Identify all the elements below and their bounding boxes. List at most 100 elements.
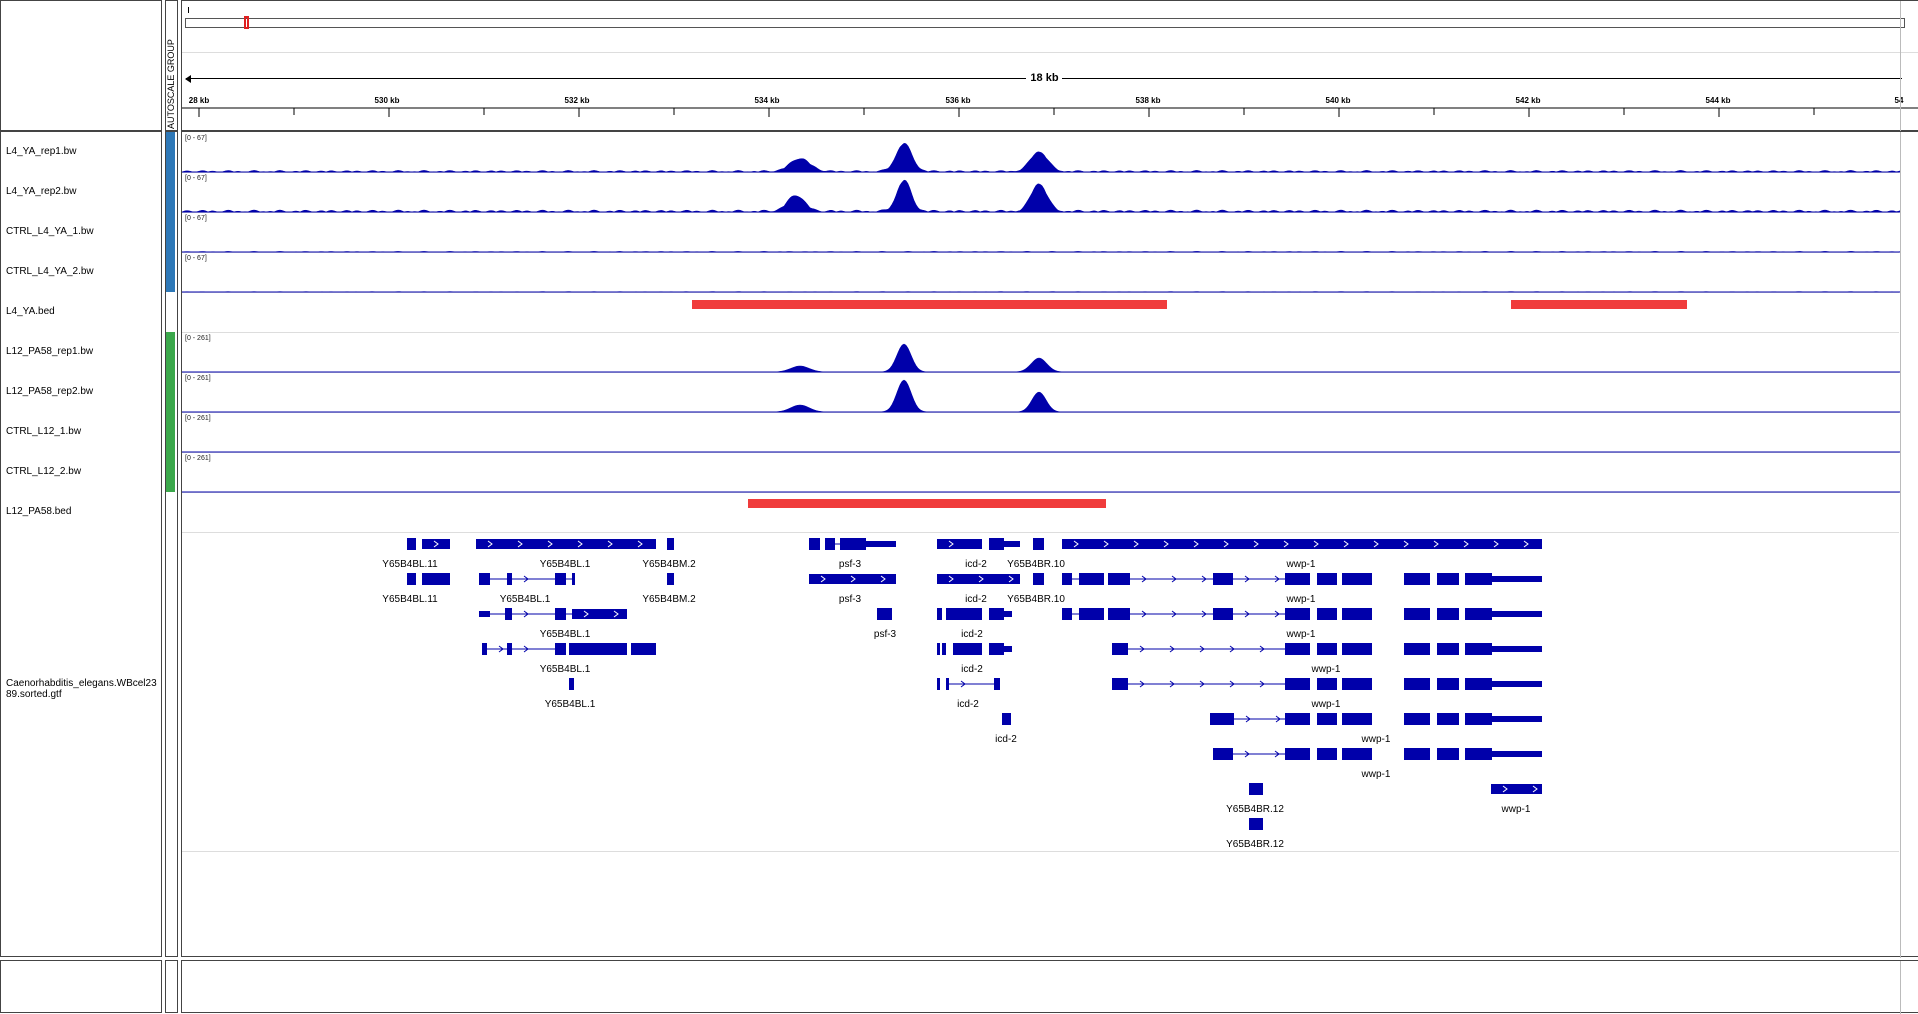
gene-icd-2[interactable]	[1002, 713, 1011, 725]
chromosome-ideogram[interactable]	[185, 18, 1905, 28]
gene-label[interactable]: wwp-1	[1362, 769, 1391, 780]
span-label: 18 kb	[1027, 72, 1062, 84]
gene-Y65B4BL.11[interactable]	[407, 538, 450, 550]
gene-label[interactable]: wwp-1	[1362, 734, 1391, 745]
tick-label-5: 538 kb	[1136, 96, 1161, 105]
track-name-7[interactable]: CTRL_L12_1.bw	[6, 426, 81, 437]
gene-label[interactable]: Y65B4BR.12	[1226, 839, 1284, 850]
gene-icd-2[interactable]	[937, 678, 1000, 690]
gene-label[interactable]: Y65B4BM.2	[642, 559, 695, 570]
gene-label[interactable]: icd-2	[961, 664, 983, 675]
ruler-panel[interactable]: 18 kb 28 kb 530 kb 532 kb 534 kb 536 kb …	[181, 0, 1918, 131]
gene-label[interactable]: psf-3	[839, 559, 861, 570]
gene-Y65B4BM.2[interactable]	[667, 573, 674, 585]
gene-label[interactable]: wwp-1	[1287, 629, 1316, 640]
annotation-name-line1: Caenorhabditis_elegans.WBcel23	[6, 678, 157, 689]
attr-color-3[interactable]	[166, 252, 175, 292]
gene-psf-3[interactable]	[877, 608, 892, 620]
data-right-edge	[1900, 132, 1901, 958]
gene-label[interactable]: wwp-1	[1287, 559, 1316, 570]
gene-Y65B4BL.1[interactable]	[479, 573, 575, 585]
gene-label[interactable]: wwp-1	[1312, 699, 1341, 710]
gene-label[interactable]: Y65B4BR.12	[1226, 804, 1284, 815]
track-name-2[interactable]: CTRL_L4_YA_1.bw	[6, 226, 94, 237]
gene-Y65B4BL.11[interactable]	[407, 573, 450, 585]
gene-Y65B4BL.1[interactable]	[476, 539, 656, 549]
gene-label[interactable]: icd-2	[961, 629, 983, 640]
track-name-5[interactable]: L12_PA58_rep1.bw	[6, 346, 93, 357]
gene-icd-2[interactable]	[937, 574, 1020, 584]
attr-color-5[interactable]	[166, 332, 175, 372]
gene-icd-2[interactable]	[937, 608, 1012, 620]
annotation-track-name[interactable]: Caenorhabditis_elegans.WBcel23 89.sorted…	[6, 678, 157, 700]
gene-label[interactable]: icd-2	[995, 734, 1017, 745]
gene-label[interactable]: Y65B4BM.2	[642, 594, 695, 605]
gene-wwp-1[interactable]	[1112, 678, 1542, 690]
gene-wwp-1[interactable]	[1491, 784, 1542, 794]
ideogram-start-mark	[188, 7, 189, 13]
gene-label[interactable]: Y65B4BR.10	[1007, 559, 1065, 570]
gene-Y65B4BL.1[interactable]	[482, 643, 656, 655]
gene-label[interactable]: Y65B4BL.11	[382, 559, 437, 570]
track-name-9[interactable]: L12_PA58.bed	[6, 506, 71, 517]
gene-Y65B4BL.1[interactable]	[569, 678, 574, 690]
gene-Y65B4BR.12[interactable]	[1249, 783, 1263, 795]
attr-color-8[interactable]	[166, 452, 175, 492]
track-name-3[interactable]: CTRL_L4_YA_2.bw	[6, 266, 94, 277]
track-name-4[interactable]: L4_YA.bed	[6, 306, 55, 317]
attribute-panel-header: AUTOSCALE GROUP	[165, 0, 178, 131]
gene-Y65B4BR.12[interactable]	[1249, 818, 1263, 830]
name-panel: L4_YA_rep1.bw L4_YA_rep2.bw CTRL_L4_YA_1…	[0, 131, 162, 957]
gene-wwp-1[interactable]	[1062, 608, 1542, 620]
attr-color-2[interactable]	[166, 212, 175, 252]
gene-label[interactable]: icd-2	[957, 699, 979, 710]
gene-label[interactable]: Y65B4BL.1	[540, 629, 591, 640]
gene-Y65B4BR.10[interactable]	[1033, 573, 1044, 585]
annotation-name-line2: 89.sorted.gtf	[6, 689, 157, 700]
gene-icd-2[interactable]	[937, 538, 1020, 550]
autoscale-group-label[interactable]: AUTOSCALE GROUP	[166, 39, 176, 129]
gene-wwp-1[interactable]	[1112, 643, 1542, 655]
gene-wwp-1[interactable]	[1062, 539, 1542, 549]
gene-wwp-1[interactable]	[1062, 573, 1542, 585]
gene-wwp-1[interactable]	[1210, 713, 1542, 725]
tick-label-3: 534 kb	[755, 96, 780, 105]
gene-label[interactable]: wwp-1	[1287, 594, 1316, 605]
attribute-panel	[165, 131, 178, 957]
footer-right-edge	[1900, 961, 1901, 1014]
gene-label[interactable]: wwp-1	[1312, 664, 1341, 675]
track-name-8[interactable]: CTRL_L12_2.bw	[6, 466, 81, 477]
gene-label[interactable]: Y65B4BL.11	[382, 594, 437, 605]
gene-label[interactable]: psf-3	[874, 629, 896, 640]
attr-color-0[interactable]	[166, 132, 175, 172]
gene-Y65B4BM.2[interactable]	[667, 538, 674, 550]
attr-color-1[interactable]	[166, 172, 175, 212]
gene-models[interactable]	[182, 132, 1900, 958]
span-line-right	[1062, 78, 1902, 79]
gene-wwp-1[interactable]	[1213, 748, 1542, 760]
gene-Y65B4BL.1[interactable]	[479, 608, 627, 620]
ruler-right-edge	[1900, 1, 1901, 132]
track-name-6[interactable]: L12_PA58_rep2.bw	[6, 386, 93, 397]
tick-label-0: 28 kb	[189, 96, 209, 105]
gene-psf-3[interactable]	[809, 538, 896, 550]
gene-label[interactable]: Y65B4BL.1	[500, 594, 551, 605]
gene-label[interactable]: icd-2	[965, 559, 987, 570]
gene-label[interactable]: Y65B4BR.10	[1007, 594, 1065, 605]
gene-label[interactable]: Y65B4BL.1	[540, 559, 591, 570]
attr-color-6[interactable]	[166, 372, 175, 412]
gene-label[interactable]: Y65B4BL.1	[540, 664, 591, 675]
gene-label[interactable]: wwp-1	[1502, 804, 1531, 815]
attr-color-7[interactable]	[166, 412, 175, 452]
track-name-1[interactable]: L4_YA_rep2.bw	[6, 186, 76, 197]
gene-label[interactable]: psf-3	[839, 594, 861, 605]
gene-icd-2[interactable]	[937, 643, 1012, 655]
gene-label[interactable]: icd-2	[965, 594, 987, 605]
gene-psf-3[interactable]	[809, 574, 896, 584]
gene-Y65B4BR.10[interactable]	[1033, 538, 1044, 550]
gene-label[interactable]: Y65B4BL.1	[545, 699, 596, 710]
track-name-0[interactable]: L4_YA_rep1.bw	[6, 146, 76, 157]
locator-box[interactable]	[244, 16, 249, 29]
tick-label-6: 540 kb	[1326, 96, 1351, 105]
data-panel[interactable]: [0 - 67] [0 - 67] [0 - 67] [0 - 67] [0 -…	[181, 131, 1918, 957]
